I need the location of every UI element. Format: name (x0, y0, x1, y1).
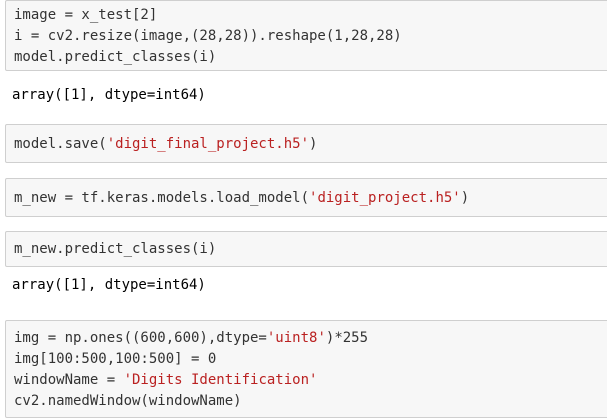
code-cell-5[interactable]: img = np.ones((600,600),dtype='uint8')*2… (5, 320, 607, 418)
code-token: model.save( (14, 136, 107, 152)
code-token: windowName = (14, 372, 124, 388)
code-token: ) (460, 190, 470, 206)
code-line: m_new = tf.keras.models.load_model('digi… (14, 188, 469, 208)
code-line: model.predict_classes(i) (14, 49, 217, 65)
code-cell-4[interactable]: m_new.predict_classes(i) (5, 231, 607, 267)
cell-output-2: array([1], dtype=int64) (12, 277, 206, 293)
code-line: i = cv2.resize(image,(28,28)).reshape(1,… (14, 28, 402, 44)
string-literal: 'uint8' (266, 330, 326, 346)
string-literal: 'Digits Identification' (123, 372, 318, 388)
code-line: windowName = 'Digits Identification' (14, 370, 317, 390)
code-line: m_new.predict_classes(i) (14, 241, 217, 257)
notebook-page: image = x_test[2] i = cv2.resize(image,(… (0, 0, 607, 418)
code-token: ) (309, 136, 318, 152)
code-line: img = np.ones((600,600),dtype='uint8')*2… (14, 328, 368, 348)
code-line: img[100:500,100:500] = 0 (14, 351, 217, 367)
code-token: img = np.ones((600,600),dtype= (14, 330, 267, 346)
code-token: )*255 (325, 330, 369, 346)
code-cell-1[interactable]: image = x_test[2] i = cv2.resize(image,(… (5, 0, 607, 71)
cell-output-1: array([1], dtype=int64) (12, 87, 206, 103)
string-literal: 'digit_project.h5' (309, 190, 461, 206)
code-token: m_new = tf.keras.models.load_model( (14, 190, 310, 206)
code-cell-2[interactable]: model.save('digit_final_project.h5') (5, 124, 607, 163)
code-cell-3[interactable]: m_new = tf.keras.models.load_model('digi… (5, 178, 607, 217)
code-line: image = x_test[2] (14, 7, 158, 23)
code-line: cv2.namedWindow(windowName) (14, 393, 242, 409)
string-literal: 'digit_final_project.h5' (106, 136, 310, 152)
code-line: model.save('digit_final_project.h5') (14, 134, 317, 154)
